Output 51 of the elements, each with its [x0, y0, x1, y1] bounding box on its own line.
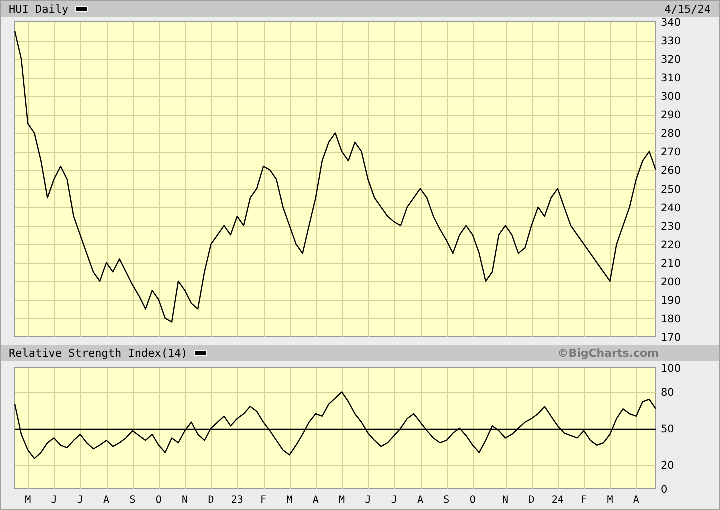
axis-label: F [581, 495, 588, 506]
axis-label: 23 [231, 495, 244, 506]
chart-title: Relative Strength Index(14) [9, 346, 188, 360]
axis-label: 340 [661, 17, 682, 29]
axis-label: 50 [661, 424, 674, 436]
axis-label: N [182, 495, 188, 506]
axis-label: S [444, 495, 450, 506]
axis-label: 190 [661, 294, 682, 307]
axis-label: 250 [661, 184, 682, 196]
axis-label: 280 [661, 128, 682, 140]
axis-label: 310 [661, 72, 682, 85]
axis-label: F [260, 495, 267, 506]
axis-label: J [391, 495, 398, 506]
axis-label: 220 [661, 239, 682, 252]
axis-label: A [312, 495, 319, 506]
axis-label: 300 [661, 91, 682, 104]
axis-label: 24 [552, 495, 564, 506]
axis-label: 210 [661, 258, 682, 270]
axis-label: 100 [661, 363, 682, 375]
axis-label: 270 [661, 146, 682, 159]
axis-label: N [502, 495, 509, 506]
axis-label: 240 [661, 202, 682, 214]
axis-label: A [418, 495, 424, 506]
axis-label: A [633, 495, 640, 506]
axis-label: J [77, 495, 84, 506]
axis-label: J [365, 495, 372, 506]
axis-label: 0 [661, 484, 668, 496]
axis-label: 20 [661, 460, 674, 472]
axis-label: M [339, 495, 346, 506]
axis-label: M [607, 495, 614, 506]
axis-label: D [528, 495, 535, 506]
axis-label: M [25, 495, 32, 506]
axis-label: 320 [661, 54, 682, 66]
axis-label: O [156, 495, 162, 506]
axis-label: D [208, 495, 214, 506]
axis-label: S [130, 495, 136, 506]
axis-label: O [470, 495, 476, 506]
axis-label: 330 [661, 36, 682, 48]
axis-label: M [286, 495, 293, 506]
chart-date: 4/15/24 [664, 2, 711, 16]
axis-label: 180 [661, 313, 682, 326]
axis-label: 170 [661, 332, 682, 344]
axis-label: 260 [661, 165, 682, 178]
axis-label: 80 [661, 387, 674, 400]
axis-label: J [51, 495, 58, 506]
copyright-label: ©BigCharts.com [558, 346, 659, 360]
axis-label: 290 [661, 110, 682, 122]
chart-title: HUI Daily [9, 2, 69, 16]
axis-label: 200 [661, 276, 682, 288]
axis-label: A [104, 495, 110, 506]
axis-label: 230 [661, 220, 682, 233]
